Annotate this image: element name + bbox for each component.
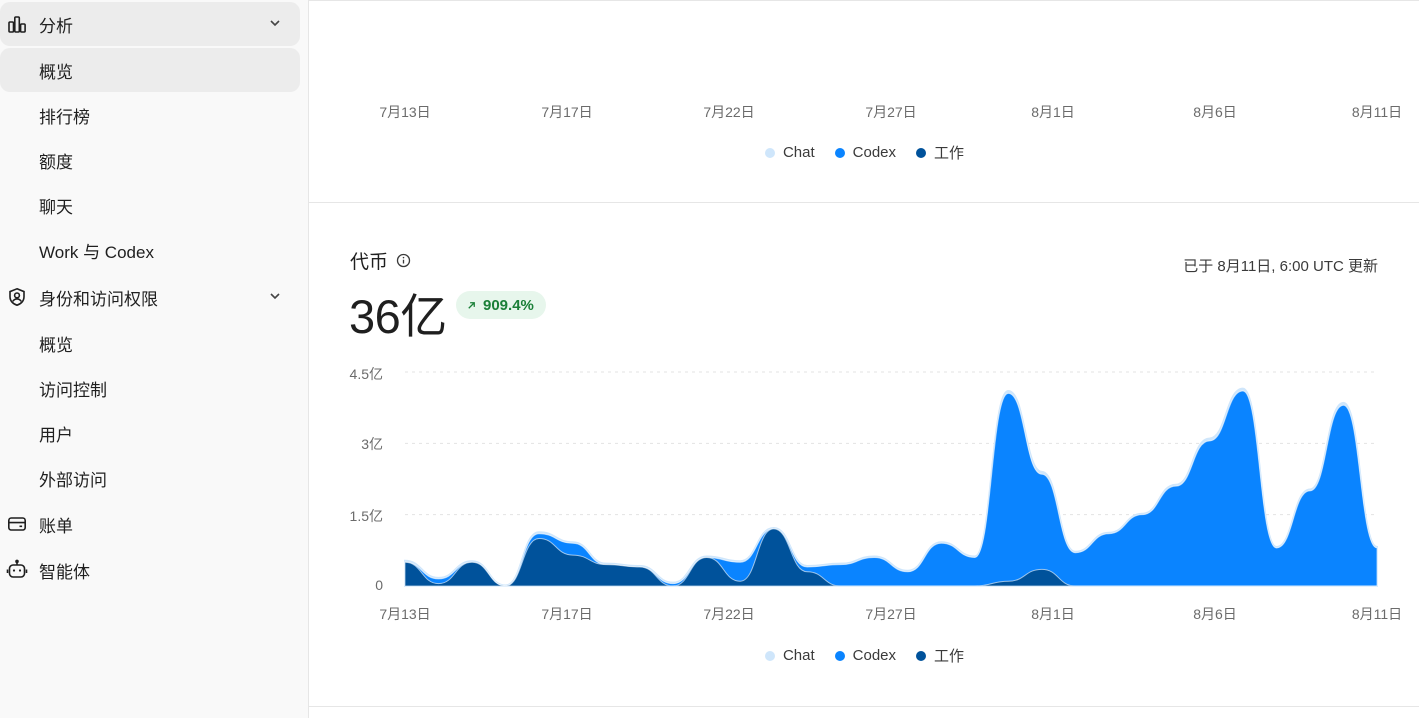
sidebar-item-label: 访问控制	[39, 380, 107, 400]
tokens-area-chart	[404, 371, 1378, 587]
nav-group-label: 智能体	[39, 562, 90, 582]
legend-swatch	[916, 650, 927, 661]
sidebar-item-external-access[interactable]: 外部访问	[0, 456, 300, 500]
x-tick-label: 8月11日	[1351, 606, 1403, 622]
sidebar-item-label: 外部访问	[39, 470, 107, 490]
sidebar: 分析 概览 排行榜 额度 聊天 Work 与 Codex 身份和访问权限 概览 …	[0, 0, 308, 718]
nav-group-analytics[interactable]: 分析	[0, 2, 300, 46]
sidebar-item-label: 概览	[39, 335, 73, 355]
sidebar-item-label: 用户	[39, 425, 73, 445]
sidebar-item-users[interactable]: 用户	[0, 411, 300, 455]
y-tick-label: 3亿	[361, 436, 383, 452]
nav-group-billing[interactable]: 账单	[0, 502, 300, 546]
robot-icon	[6, 559, 28, 581]
bar-chart-icon	[6, 13, 28, 35]
sidebar-item-label: 概览	[39, 62, 73, 82]
legend-item-chat[interactable]: Chat	[764, 645, 815, 666]
nav-group-agents[interactable]: 智能体	[0, 548, 300, 592]
wallet-icon	[6, 513, 28, 535]
y-tick-label: 4.5亿	[349, 366, 383, 382]
x-tick-label: 7月27日	[865, 606, 917, 622]
main-content: 7月13日 7月17日 7月22日 7月27日 8月1日 8月6日 8月11日 …	[308, 0, 1419, 718]
x-tick-label: 8月6日	[1193, 606, 1237, 622]
sidebar-item-access-control[interactable]: 访问控制	[0, 366, 300, 410]
sidebar-item-label: 聊天	[39, 197, 73, 217]
sidebar-item-overview[interactable]: 概览	[0, 48, 300, 92]
legend-swatch	[834, 650, 845, 661]
legend-label: Codex	[852, 647, 897, 664]
x-tick-label: 8月1日	[1031, 606, 1075, 622]
legend-label: Chat	[782, 647, 815, 664]
x-tick-label: 7月17日	[541, 606, 593, 622]
chevron-down-icon	[270, 293, 280, 300]
x-tick-label: 7月22日	[703, 606, 755, 622]
sidebar-item-chat[interactable]: 聊天	[0, 183, 300, 227]
sidebar-item-label: 排行榜	[39, 107, 90, 127]
nav-group-label: 身份和访问权限	[39, 289, 158, 309]
sidebar-item-label: Work 与 Codex	[39, 242, 154, 262]
legend-label: 工作	[934, 648, 965, 665]
legend-item-codex[interactable]: Codex	[834, 645, 897, 666]
chevron-down-icon	[270, 20, 280, 27]
x-tick-label: 7月13日	[379, 606, 431, 622]
sidebar-item-label: 额度	[39, 152, 73, 172]
y-tick-label: 1.5亿	[349, 508, 383, 524]
sidebar-item-quota[interactable]: 额度	[0, 138, 300, 182]
legend-swatch	[764, 650, 775, 661]
nav-group-label: 账单	[39, 516, 73, 536]
sidebar-item-leaderboard[interactable]: 排行榜	[0, 93, 300, 137]
sidebar-item-identity-overview[interactable]: 概览	[0, 321, 300, 365]
nav-group-identity[interactable]: 身份和访问权限	[0, 275, 300, 319]
sidebar-item-work-codex[interactable]: Work 与 Codex	[0, 228, 300, 272]
next-card-edge	[309, 706, 1419, 718]
user-shield-icon	[6, 286, 28, 308]
nav-group-label: 分析	[39, 16, 73, 36]
chart-legend: Chat Codex 工作	[309, 645, 1419, 666]
chart-areas	[404, 387, 1378, 587]
y-tick-label: 0	[375, 577, 383, 593]
legend-item-work[interactable]: 工作	[916, 645, 964, 666]
